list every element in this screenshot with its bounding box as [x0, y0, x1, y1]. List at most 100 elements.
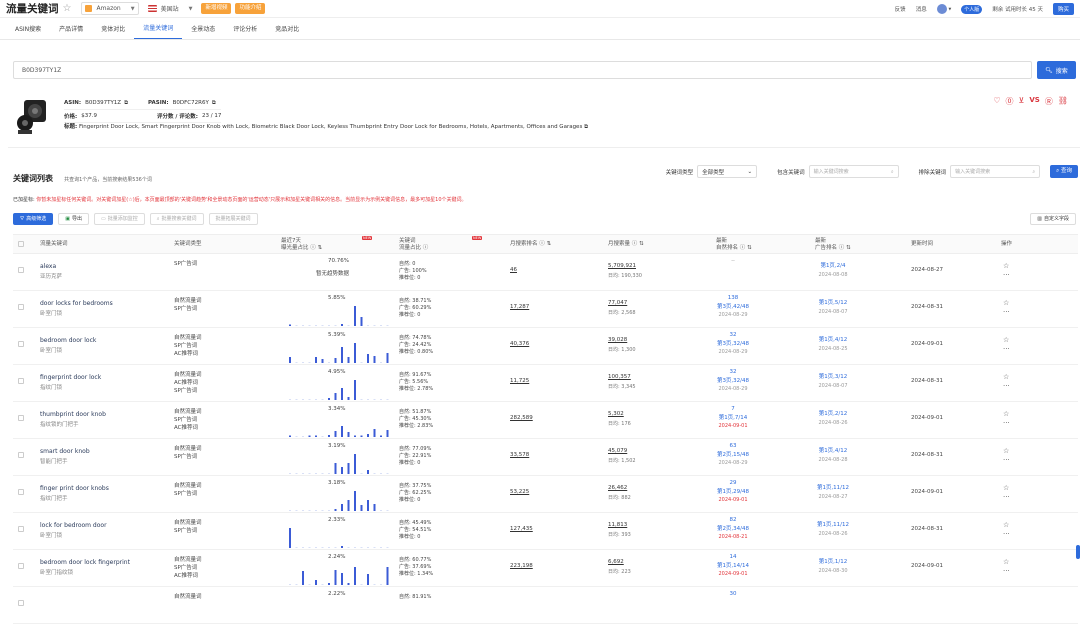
col-traffic-share[interactable]: 关键词 流量占比 ⓘ — [399, 238, 428, 252]
star-icon[interactable]: ☆ — [1003, 410, 1010, 419]
monthly-search-rank[interactable]: 11,725 — [510, 378, 529, 384]
col-ad-rank[interactable]: 最新 广告排名 ⓘ ⇅ — [815, 238, 851, 252]
copy-icon[interactable]: ⧉ — [124, 100, 128, 107]
star-icon[interactable]: ☆ — [1003, 447, 1010, 456]
more-icon[interactable]: ··· — [1003, 493, 1010, 502]
natural-rank-line[interactable]: 第1页,14/14 — [703, 562, 763, 571]
monthly-search-rank[interactable]: 223,198 — [510, 563, 533, 569]
export-button[interactable]: ▣ 导出 — [58, 212, 89, 225]
row-checkbox[interactable] — [18, 526, 24, 532]
exclude-keyword-input[interactable]: 输入关键词搜索 ⌕ — [950, 165, 1041, 178]
more-icon[interactable]: ··· — [1003, 345, 1010, 354]
feature-intro-button[interactable]: 功能介绍 — [235, 3, 266, 14]
dollar-icon[interactable]: ⓪ — [1006, 96, 1014, 107]
keyword-link[interactable]: fingerprint door lock — [40, 374, 101, 381]
tab-asin-search[interactable]: ASIN搜索 — [6, 24, 50, 39]
monthly-search-rank[interactable]: 53,225 — [510, 489, 529, 495]
star-icon[interactable]: ☆ — [1003, 299, 1010, 308]
tab-product-details[interactable]: 产品详情 — [50, 24, 92, 39]
ad-rank-line[interactable]: 第1页,11/12 — [803, 484, 863, 493]
natural-rank-line[interactable]: 第3页,32/48 — [703, 340, 763, 349]
more-icon[interactable]: ··· — [1003, 567, 1010, 576]
keyword-link[interactable]: door locks for bedrooms — [40, 300, 113, 307]
batch-monitor-button[interactable]: ▭ 批量添加监控 — [93, 212, 145, 225]
ad-rank-line[interactable]: 第1页,4/12 — [803, 447, 863, 456]
type-filter-select[interactable]: 全部类型 ⌄ — [697, 165, 758, 178]
monthly-volume[interactable]: 100,357 — [608, 374, 631, 380]
natural-rank-line[interactable]: 第2页,15/48 — [703, 451, 763, 460]
col-monthly-search-rank[interactable]: 月搜索排名 ⓘ ⇅ — [510, 241, 551, 248]
asin-search-input[interactable]: B0D397TY1Z — [13, 61, 1032, 79]
product-image[interactable] — [16, 94, 51, 136]
star-icon[interactable]: ☆ — [1003, 336, 1010, 345]
batch-search-button[interactable]: ⌕ 批量搜索关键词 — [149, 212, 204, 225]
monthly-search-rank[interactable]: 46 — [510, 267, 517, 273]
row-checkbox[interactable] — [18, 378, 24, 384]
natural-rank-line[interactable]: 第3页,32/48 — [703, 377, 763, 386]
copy-icon[interactable]: ⧉ — [212, 100, 216, 107]
tab-panorama[interactable]: 全景动态 — [182, 24, 224, 39]
row-checkbox[interactable] — [18, 341, 24, 347]
row-checkbox[interactable] — [18, 415, 24, 421]
feedback-link[interactable]: 反馈 — [895, 5, 906, 13]
marketplace-select[interactable]: Amazon ▼ — [81, 2, 139, 15]
row-checkbox[interactable] — [18, 452, 24, 458]
messages-link[interactable]: 消息 — [916, 5, 927, 13]
monthly-volume[interactable]: 11,813 — [608, 522, 627, 528]
natural-rank-line[interactable]: 29 — [703, 479, 763, 488]
natural-rank-line[interactable]: 第2页,34/48 — [703, 525, 763, 534]
tab-competitor-compare[interactable]: 竞品对比 — [266, 24, 308, 39]
ad-rank-line[interactable]: 第1页,2/12 — [803, 410, 863, 419]
star-icon[interactable]: ☆ — [1003, 558, 1010, 567]
advanced-filter-button[interactable]: ⛛ 高级筛选 — [13, 212, 54, 225]
star-icon[interactable]: ☆ — [1003, 484, 1010, 493]
download-icon[interactable]: ⊻ — [1019, 96, 1025, 107]
site-select[interactable]: 美国站 ▼ — [145, 2, 196, 15]
ad-rank-line[interactable]: 第1页,1/12 — [803, 558, 863, 567]
ad-rank-line[interactable]: 第1页,11/12 — [803, 521, 863, 530]
batch-expand-button[interactable]: 批量拓展关键词 — [208, 212, 258, 225]
monthly-volume[interactable]: 26,462 — [608, 485, 627, 491]
tab-traffic-keywords[interactable]: 流量关键词 — [134, 23, 183, 39]
heart-icon[interactable]: ♡ — [993, 96, 1000, 107]
monthly-volume[interactable]: 77,047 — [608, 300, 627, 306]
ad-rank-line[interactable]: 第1页,3/12 — [803, 373, 863, 382]
col-natural-rank[interactable]: 最新 自然排名 ⓘ ⇅ — [716, 238, 752, 252]
row-checkbox[interactable] — [18, 563, 24, 569]
natural-rank-line[interactable]: 7 — [703, 405, 763, 414]
keyword-link[interactable]: bedroom door lock fingerprint — [40, 559, 130, 566]
star-icon[interactable]: ☆ — [1003, 521, 1010, 530]
keyword-link[interactable]: smart door knob — [40, 448, 90, 455]
keyword-link[interactable]: bedroom door lock — [40, 337, 96, 344]
keyword-link[interactable]: finger print door knobs — [40, 485, 109, 492]
favorite-star-icon[interactable]: ☆ — [63, 3, 72, 14]
col-impression-share[interactable]: 最近7天 曝光量占比 ⓘ ⇅ — [281, 238, 322, 252]
natural-rank-line[interactable]: 32 — [703, 331, 763, 340]
tab-review-analysis[interactable]: 评论分析 — [224, 24, 266, 39]
row-checkbox[interactable] — [18, 489, 24, 495]
natural-rank-line[interactable]: 第3页,42/48 — [703, 303, 763, 312]
natural-rank-line[interactable]: 14 — [703, 553, 763, 562]
col-monthly-volume[interactable]: 月搜索量 ⓘ ⇅ — [608, 241, 644, 248]
monthly-volume[interactable]: 39,028 — [608, 337, 627, 343]
vs-icon[interactable]: VS — [1029, 96, 1039, 107]
new-video-button[interactable]: 新增视频 — [201, 3, 232, 14]
more-icon[interactable]: ··· — [1003, 456, 1010, 465]
copy-icon[interactable]: ⧉ — [584, 124, 588, 130]
keyword-link[interactable]: lock for bedroom door — [40, 522, 107, 529]
monthly-volume[interactable]: 6,692 — [608, 559, 624, 565]
monthly-volume[interactable]: 5,709,921 — [608, 263, 636, 269]
ad-rank-line[interactable]: 第1页,5/12 — [803, 299, 863, 308]
natural-rank-line[interactable]: 32 — [703, 368, 763, 377]
user-menu[interactable]: ▾ — [936, 4, 951, 14]
more-icon[interactable]: ··· — [1003, 530, 1010, 539]
monthly-volume[interactable]: 5,302 — [608, 411, 624, 417]
monthly-search-rank[interactable]: 17,287 — [510, 304, 529, 310]
ad-rank-line[interactable]: 第1页,4/12 — [803, 336, 863, 345]
natural-rank-line[interactable]: 第1页,7/14 — [703, 414, 763, 423]
row-checkbox[interactable] — [18, 304, 24, 310]
side-scroll-handle[interactable] — [1076, 545, 1080, 559]
more-icon[interactable]: ··· — [1003, 308, 1010, 317]
keyword-link[interactable]: alexa — [40, 263, 56, 270]
monthly-volume[interactable]: 45,079 — [608, 448, 627, 454]
